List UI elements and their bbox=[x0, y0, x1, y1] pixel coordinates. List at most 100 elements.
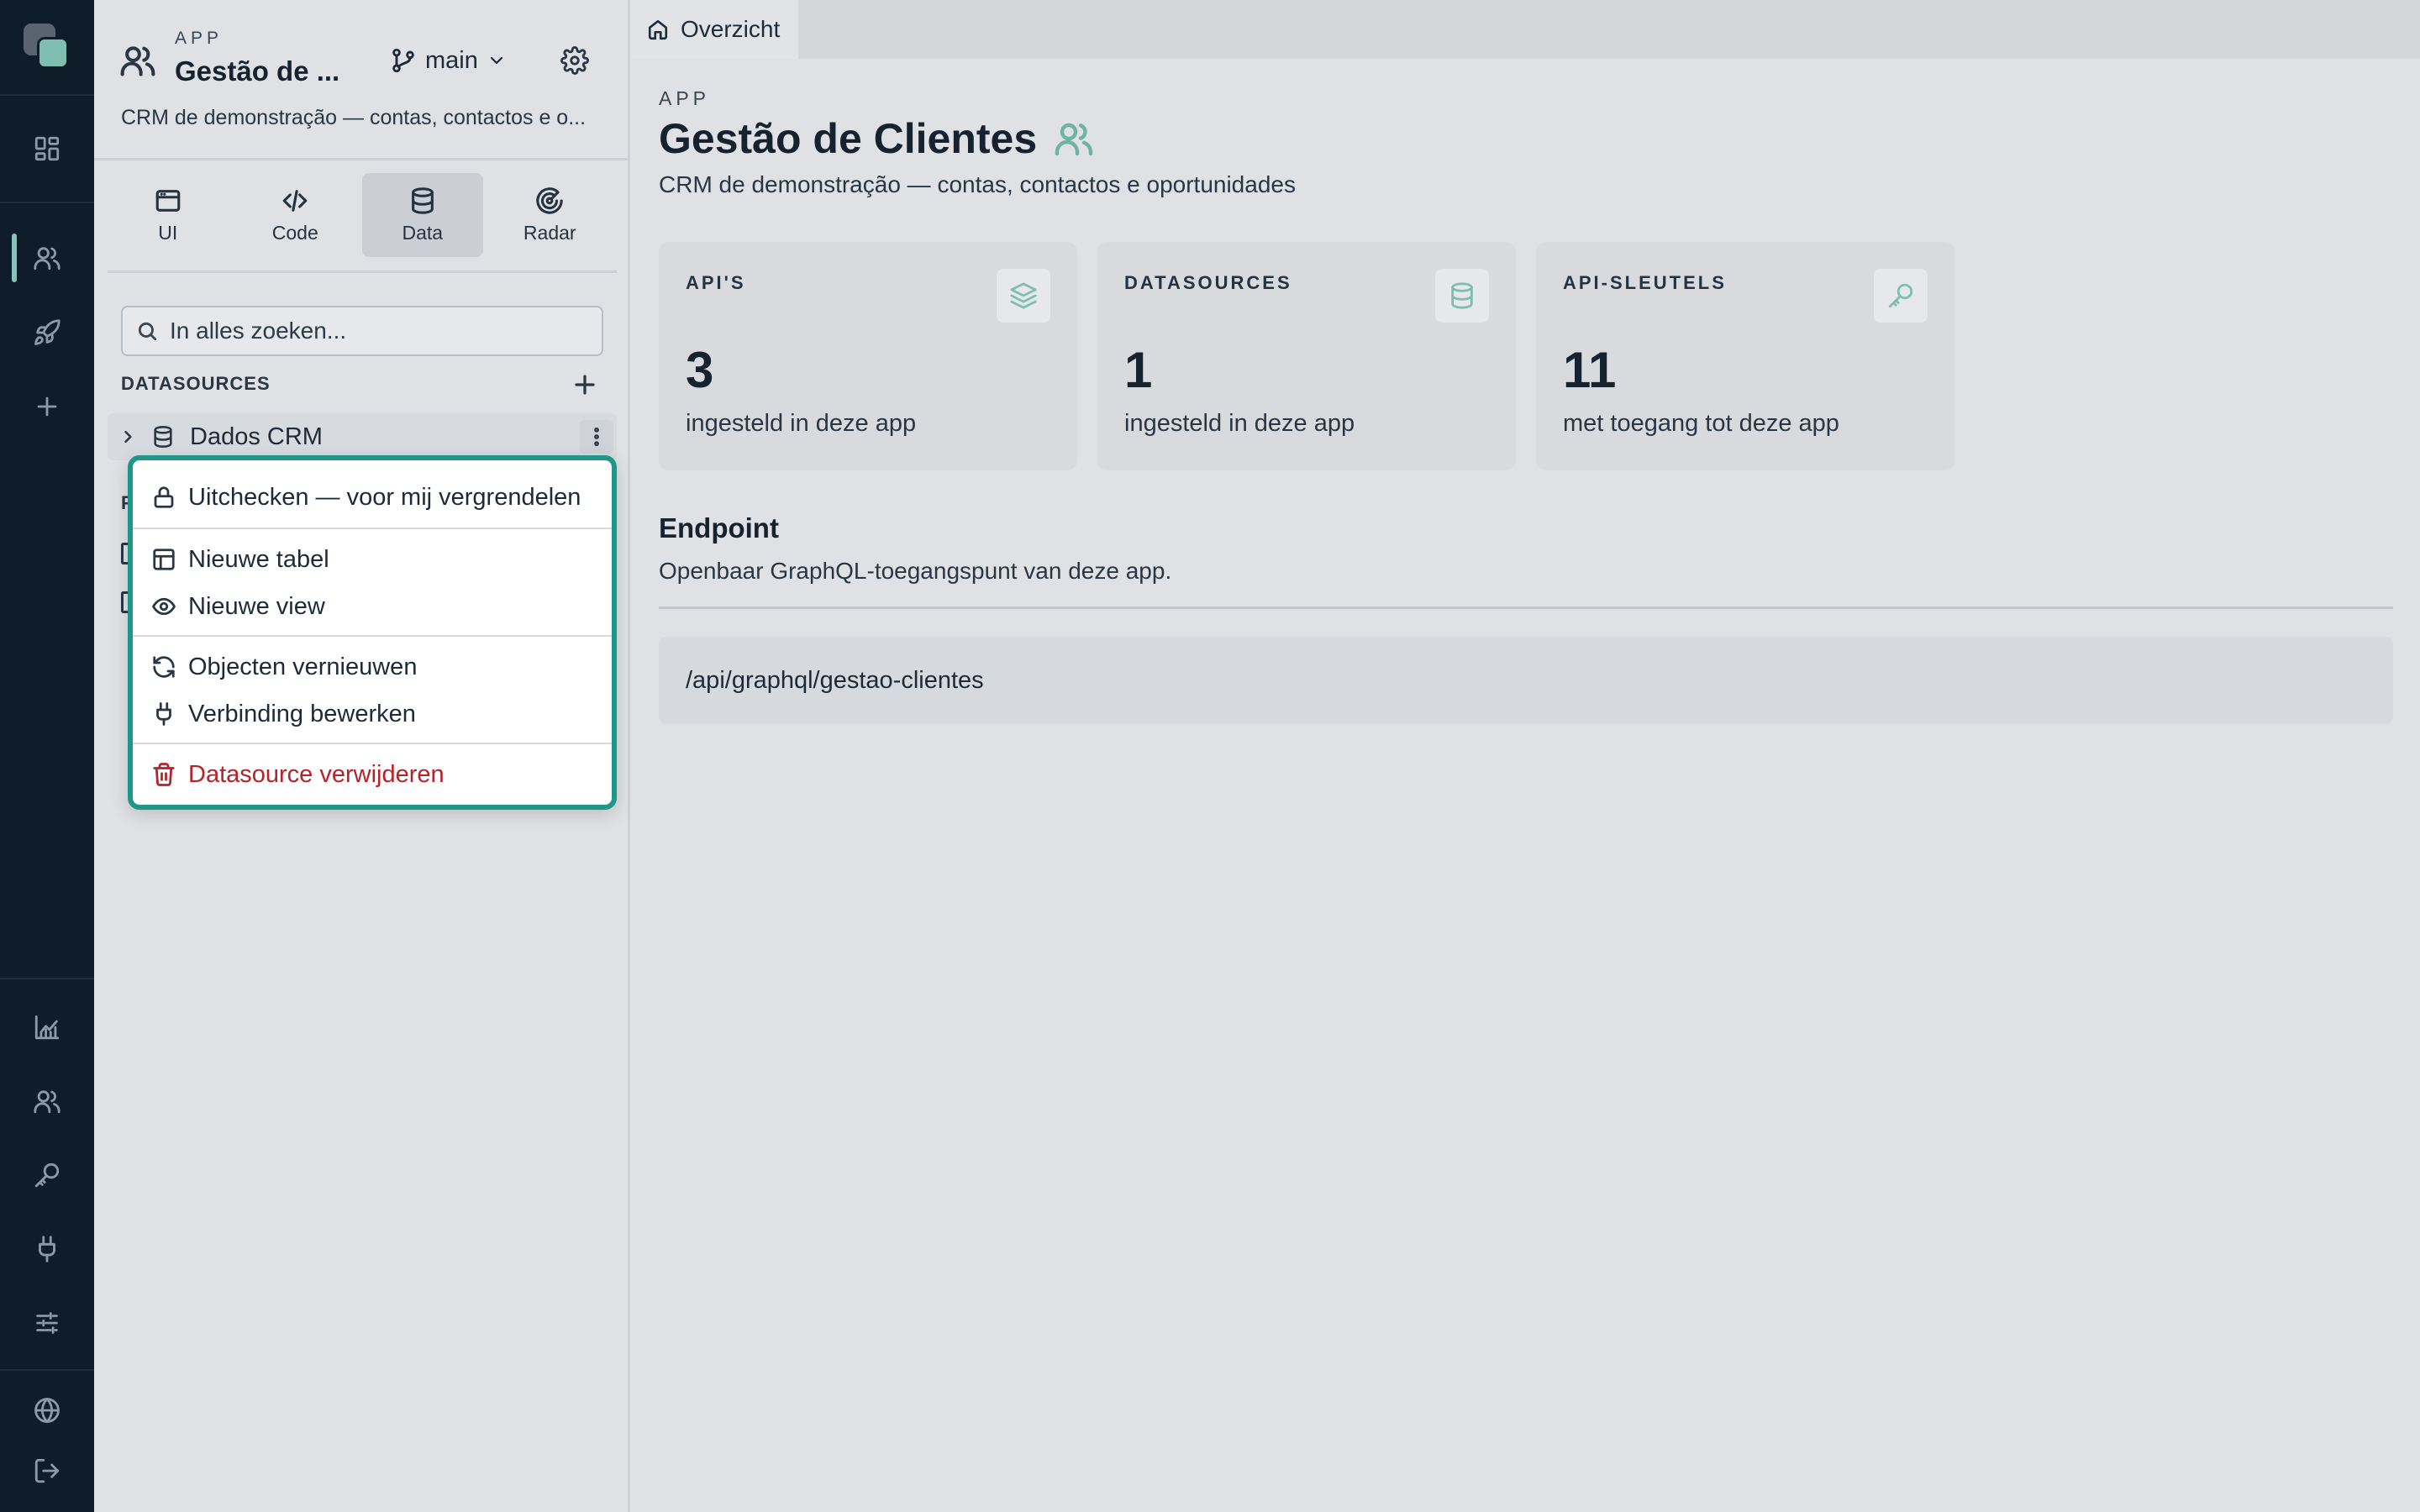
branch-name: main bbox=[425, 46, 478, 74]
key-icon[interactable] bbox=[27, 1155, 67, 1195]
menu-divider bbox=[133, 528, 612, 529]
tab-overzicht[interactable]: Overzicht bbox=[630, 0, 798, 59]
panel-divider bbox=[108, 270, 617, 273]
code-icon bbox=[282, 189, 308, 212]
tab-label: Code bbox=[271, 221, 318, 244]
page-kicker: APP bbox=[659, 87, 711, 109]
search-box[interactable] bbox=[121, 306, 603, 356]
datasource-context-menu: Uitchecken — voor mij vergrendelen Nieuw… bbox=[128, 455, 617, 810]
menu-item-label: Objecten vernieuwen bbox=[188, 653, 418, 680]
sliders-icon[interactable] bbox=[27, 1303, 67, 1343]
panel-divider bbox=[94, 158, 630, 160]
page-title: Gestão de Clientes bbox=[659, 114, 1094, 163]
window-icon bbox=[155, 189, 181, 212]
logout-icon[interactable] bbox=[27, 1451, 67, 1491]
analytics-icon[interactable] bbox=[27, 1007, 67, 1047]
tab-data[interactable]: Data bbox=[362, 173, 483, 257]
branch-selector[interactable]: main bbox=[390, 42, 507, 79]
rail-active-indicator bbox=[12, 234, 17, 282]
menu-divider bbox=[133, 635, 612, 637]
datasources-heading: DATASOURCES bbox=[121, 373, 271, 394]
endpoint-url[interactable]: /api/graphql/gestao-clientes bbox=[659, 637, 2393, 724]
refresh-icon bbox=[153, 656, 175, 678]
rail-divider bbox=[0, 978, 94, 979]
stat-card-datasources: DATASOURCES 1 ingesteld in deze app bbox=[1097, 242, 1516, 470]
menu-item-label: Uitchecken — voor mij vergrendelen bbox=[188, 483, 581, 511]
stat-value: 3 bbox=[686, 342, 714, 398]
database-icon bbox=[151, 425, 175, 449]
database-icon bbox=[411, 186, 434, 214]
stat-card-apis: API'S 3 ingesteld in deze app bbox=[659, 242, 1077, 470]
key-icon bbox=[1874, 269, 1928, 323]
app-logo[interactable] bbox=[24, 24, 71, 71]
tab-radar[interactable]: Radar bbox=[490, 173, 611, 257]
app-rail bbox=[0, 0, 94, 1512]
chevron-down-icon bbox=[490, 56, 502, 65]
page-description: CRM de demonstração — contas, contactos … bbox=[659, 171, 1296, 197]
rocket-icon[interactable] bbox=[27, 312, 67, 353]
plug-icon bbox=[156, 702, 171, 726]
menu-item-delete-datasource[interactable]: Datasource verwijderen bbox=[133, 751, 612, 798]
menu-divider bbox=[133, 743, 612, 744]
chevron-right-icon[interactable] bbox=[119, 428, 136, 445]
search-input[interactable] bbox=[170, 318, 573, 344]
logo-square-front bbox=[37, 37, 69, 69]
kebab-menu-icon bbox=[594, 427, 599, 447]
stat-subtitle: ingesteld in deze app bbox=[1124, 410, 1355, 437]
tab-ui[interactable]: UI bbox=[108, 173, 229, 257]
datasource-name: Dados CRM bbox=[190, 423, 323, 450]
tab-code[interactable]: Code bbox=[235, 173, 356, 257]
tab-label: Radar bbox=[523, 221, 576, 244]
stat-value: 11 bbox=[1563, 342, 1617, 398]
stat-subtitle: ingesteld in deze app bbox=[686, 410, 917, 437]
page-title-text: Gestão de Clientes bbox=[659, 115, 1038, 162]
app-users-icon bbox=[119, 42, 156, 79]
panel-tabs: UI Code Data Radar bbox=[108, 173, 617, 257]
menu-item-label: Nieuwe tabel bbox=[188, 545, 329, 573]
menu-item-new-table[interactable]: Nieuwe tabel bbox=[133, 536, 612, 583]
lock-icon bbox=[154, 486, 174, 508]
menu-item-checkout[interactable]: Uitchecken — voor mij vergrendelen bbox=[133, 474, 612, 521]
plus-icon[interactable] bbox=[27, 386, 67, 427]
radar-icon bbox=[536, 186, 563, 214]
users-icon[interactable] bbox=[27, 238, 67, 278]
git-branch-icon bbox=[392, 48, 414, 73]
database-icon bbox=[1435, 269, 1489, 323]
app-description: CRM de demonstração — contas, contactos … bbox=[121, 106, 587, 129]
eye-icon bbox=[152, 597, 176, 616]
dashboard-icon[interactable] bbox=[27, 129, 67, 169]
stat-subtitle: met toegang tot deze app bbox=[1563, 410, 1839, 437]
menu-item-refresh-objects[interactable]: Objecten vernieuwen bbox=[133, 643, 612, 690]
more-options-button[interactable] bbox=[580, 420, 613, 454]
add-datasource-button[interactable] bbox=[568, 368, 602, 402]
search-icon bbox=[138, 322, 157, 341]
document-tab-bar: Overzicht bbox=[630, 0, 2420, 59]
app-kicker: APP bbox=[175, 29, 224, 48]
menu-item-edit-connection[interactable]: Verbinding bewerken bbox=[133, 690, 612, 738]
menu-item-label: Datasource verwijderen bbox=[188, 760, 445, 788]
table-icon bbox=[153, 549, 175, 570]
layers-icon bbox=[997, 269, 1050, 323]
endpoint-heading: Endpoint bbox=[659, 512, 779, 543]
stat-label: API'S bbox=[686, 272, 746, 293]
globe-icon[interactable] bbox=[27, 1390, 67, 1431]
tab-label: Data bbox=[402, 221, 444, 244]
settings-button[interactable] bbox=[556, 42, 593, 79]
home-icon bbox=[648, 19, 668, 40]
app-title: Gestão de ... bbox=[175, 55, 340, 87]
menu-item-label: Nieuwe view bbox=[188, 592, 325, 620]
stat-label: DATASOURCES bbox=[1124, 272, 1292, 293]
users-icon bbox=[1055, 123, 1093, 156]
datasource-tree-item[interactable]: Dados CRM bbox=[108, 413, 617, 460]
trash-icon bbox=[153, 763, 175, 786]
tab-label: UI bbox=[158, 221, 178, 244]
stat-card-api-keys: API-SLEUTELS 11 met toegang tot deze app bbox=[1536, 242, 1954, 470]
menu-item-new-view[interactable]: Nieuwe view bbox=[133, 583, 612, 630]
team-icon[interactable] bbox=[27, 1081, 67, 1121]
tab-label: Overzicht bbox=[681, 16, 781, 42]
menu-item-label: Verbinding bewerken bbox=[188, 700, 416, 727]
gear-icon bbox=[560, 46, 589, 75]
rail-divider bbox=[0, 1369, 94, 1371]
plug-icon[interactable] bbox=[27, 1229, 67, 1269]
endpoint-divider bbox=[659, 606, 2393, 609]
